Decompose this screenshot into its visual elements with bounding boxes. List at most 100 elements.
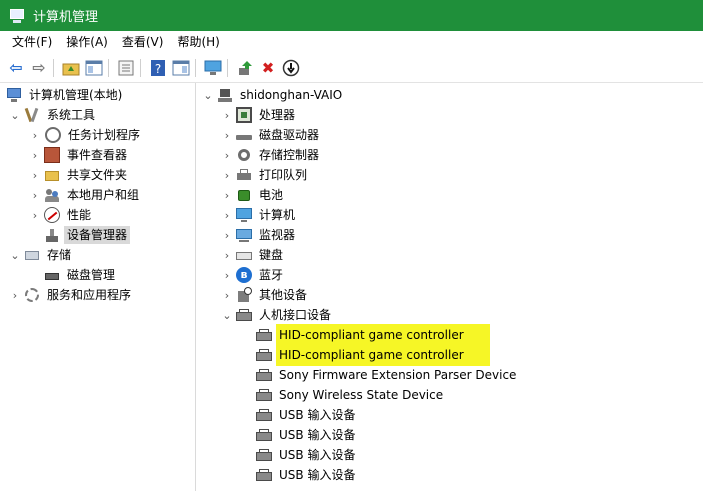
action-pane-icon[interactable] — [171, 58, 191, 78]
category-batteries[interactable]: › 电池 — [220, 185, 286, 205]
tree-item-device-manager[interactable]: 设备管理器 — [28, 225, 131, 245]
category-bluetooth[interactable]: › ʙ 蓝牙 — [220, 265, 286, 285]
help-icon[interactable]: ? — [148, 58, 168, 78]
computer-icon[interactable] — [203, 58, 223, 78]
category-label: 监视器 — [259, 228, 296, 242]
device-host[interactable]: ⌄ shidonghan-VAIO — [201, 85, 345, 105]
menu-view[interactable]: 查看(V) — [115, 31, 171, 54]
device-item[interactable]: USB 输入设备 — [254, 465, 358, 485]
export-list-icon[interactable] — [116, 58, 136, 78]
tree-item-shared-folders[interactable]: › 共享文件夹 — [28, 165, 130, 185]
chevron-right-icon[interactable]: › — [220, 265, 234, 285]
category-label: 人机接口设备 — [259, 308, 332, 322]
chevron-right-icon[interactable]: › — [8, 285, 22, 305]
computer-icon — [217, 87, 233, 103]
chevron-right-icon[interactable]: › — [220, 225, 234, 245]
chevron-right-icon[interactable]: › — [220, 125, 234, 145]
category-label: 其他设备 — [259, 288, 308, 302]
show-hide-tree-icon[interactable] — [84, 58, 104, 78]
uninstall-icon[interactable]: ✖ — [258, 58, 278, 78]
menu-file[interactable]: 文件(F) — [5, 31, 59, 54]
tree-item-system-tools[interactable]: ⌄ 系统工具 — [8, 105, 98, 125]
tree-item-local-users[interactable]: › 本地用户和组 — [28, 185, 142, 205]
tree-item-disk-management[interactable]: 磁盘管理 — [28, 265, 118, 285]
users-icon — [44, 187, 60, 203]
chevron-right-icon[interactable]: › — [220, 165, 234, 185]
device-item[interactable]: USB 输入设备 — [254, 425, 358, 445]
category-label: 蓝牙 — [259, 268, 284, 282]
computer-management-icon — [9, 8, 25, 23]
performance-icon — [44, 207, 60, 223]
bluetooth-icon: ʙ — [236, 267, 252, 283]
device-item-highlighted[interactable]: HID-compliant game controller — [254, 324, 490, 346]
tree-item-services-apps[interactable]: › 服务和应用程序 — [8, 285, 134, 305]
disk-icon — [44, 267, 60, 283]
device-label: Sony Wireless State Device — [279, 388, 444, 402]
chevron-down-icon[interactable]: ⌄ — [220, 305, 234, 325]
monitor-icon — [236, 227, 252, 243]
event-log-icon — [44, 147, 60, 163]
menu-action[interactable]: 操作(A) — [59, 31, 115, 54]
category-keyboards[interactable]: › 键盘 — [220, 245, 286, 265]
toolbar-separator — [195, 59, 196, 77]
category-disk-drives[interactable]: › 磁盘驱动器 — [220, 125, 322, 145]
chevron-down-icon[interactable]: ⌄ — [8, 245, 22, 265]
category-monitors[interactable]: › 监视器 — [220, 225, 298, 245]
toolbar-separator — [108, 59, 109, 77]
category-computer[interactable]: › 计算机 — [220, 205, 298, 225]
chevron-right-icon[interactable]: › — [28, 145, 42, 165]
back-arrow-icon[interactable]: ⇦ — [6, 58, 26, 78]
chevron-right-icon[interactable]: › — [220, 205, 234, 225]
unknown-device-icon — [236, 287, 252, 303]
device-item[interactable]: USB 输入设备 — [254, 405, 358, 425]
device-label: USB 输入设备 — [279, 468, 356, 482]
storage-controller-icon — [236, 147, 252, 163]
category-label: 计算机 — [259, 208, 296, 222]
chevron-right-icon[interactable]: › — [220, 285, 234, 305]
chevron-right-icon[interactable]: › — [220, 105, 234, 125]
category-storage-controllers[interactable]: › 存储控制器 — [220, 145, 322, 165]
forward-arrow-icon[interactable]: ⇨ — [29, 58, 49, 78]
tree-item-label: 共享文件夹 — [67, 168, 128, 182]
device-item[interactable]: Sony Firmware Extension Parser Device — [254, 365, 519, 385]
chevron-right-icon[interactable]: › — [28, 185, 42, 205]
tree-item-computer-management[interactable]: 计算机管理(本地) — [4, 85, 125, 105]
hid-device-icon — [256, 447, 272, 463]
clock-icon — [45, 127, 61, 143]
battery-icon — [236, 187, 252, 203]
category-hid[interactable]: ⌄ 人机接口设备 — [220, 305, 334, 325]
tree-item-label: 性能 — [67, 208, 92, 222]
up-folder-icon[interactable] — [61, 58, 81, 78]
device-item-highlighted[interactable]: HID-compliant game controller — [254, 344, 490, 366]
category-processors[interactable]: › 处理器 — [220, 105, 298, 125]
category-label: 电池 — [259, 188, 284, 202]
category-print-queues[interactable]: › 打印队列 — [220, 165, 310, 185]
tree-item-performance[interactable]: › 性能 — [28, 205, 94, 225]
chevron-down-icon[interactable]: ⌄ — [8, 105, 22, 125]
menu-help[interactable]: 帮助(H) — [170, 31, 226, 54]
chevron-down-icon[interactable]: ⌄ — [201, 85, 215, 105]
tree-item-event-viewer[interactable]: › 事件查看器 — [28, 145, 130, 165]
tree-item-storage[interactable]: ⌄ 存储 — [8, 245, 74, 265]
chevron-right-icon[interactable]: › — [220, 245, 234, 265]
device-item[interactable]: Sony Wireless State Device — [254, 385, 446, 405]
chevron-right-icon[interactable]: › — [28, 165, 42, 185]
chevron-right-icon[interactable]: › — [28, 125, 42, 145]
update-driver-icon[interactable] — [235, 58, 255, 78]
tree-item-label: 本地用户和组 — [67, 188, 140, 202]
category-label: 磁盘驱动器 — [259, 128, 320, 142]
device-label: USB 输入设备 — [279, 428, 356, 442]
svg-text:?: ? — [155, 62, 161, 76]
tree-item-task-scheduler[interactable]: › 任务计划程序 — [28, 125, 143, 145]
category-other-devices[interactable]: › 其他设备 — [220, 285, 310, 305]
chevron-right-icon[interactable]: › — [220, 145, 234, 165]
tree-item-label: 系统工具 — [47, 108, 96, 122]
disable-device-icon[interactable] — [281, 58, 301, 78]
storage-icon — [24, 247, 40, 263]
console-tree: 计算机管理(本地) ⌄ 系统工具 › 任务计划程序 › 事件查看器 › 共享文件… — [0, 83, 196, 491]
chevron-right-icon[interactable]: › — [28, 205, 42, 225]
device-item[interactable]: USB 输入设备 — [254, 445, 358, 465]
tree-item-label: 任务计划程序 — [68, 128, 141, 142]
hid-device-icon — [256, 427, 272, 443]
chevron-right-icon[interactable]: › — [220, 185, 234, 205]
